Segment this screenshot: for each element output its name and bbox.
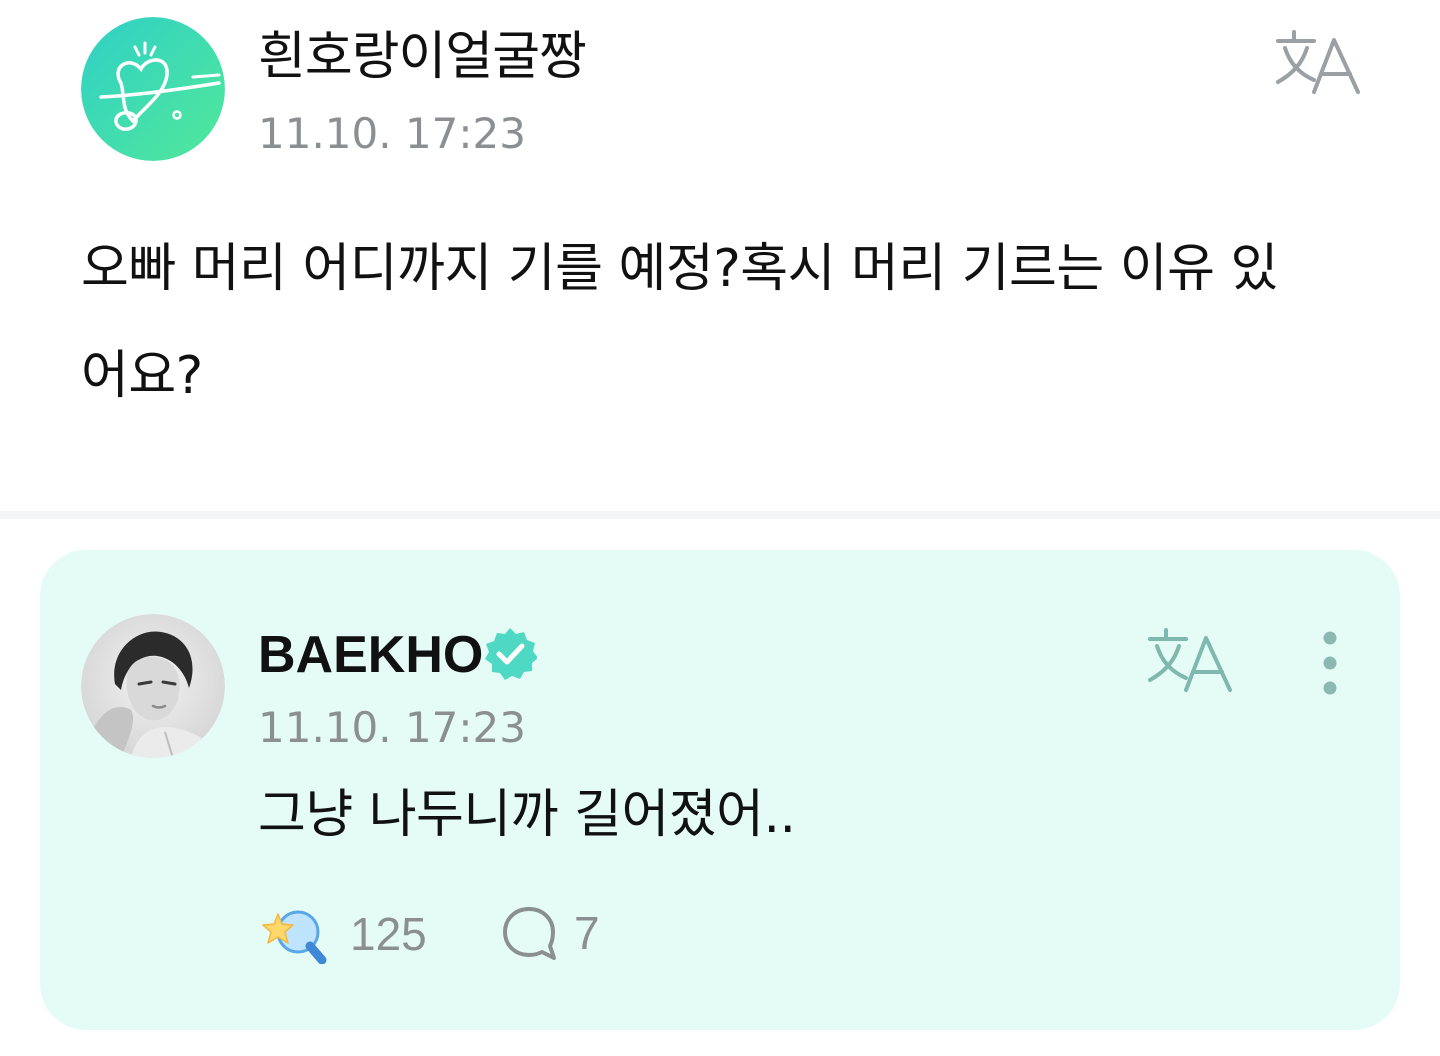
artist-name[interactable]: BAEKHO [258, 622, 483, 688]
post-page: 흰호랑이얼굴짱 11.10. 17:23 오빠 머리 어디까지 기를 예정?혹시… [0, 0, 1440, 1056]
translate-icon[interactable] [1274, 28, 1364, 98]
like-button[interactable]: 125 [258, 904, 427, 964]
translate-icon[interactable] [1146, 626, 1236, 696]
comment-count: 7 [574, 907, 600, 959]
reply-timestamp: 11.10. 17:23 [258, 703, 526, 752]
section-divider [0, 511, 1440, 519]
artist-reply-card: BAEKHO 11.10. 17:23 그냥 나두니까 길어졌어.. 125 7 [40, 550, 1400, 1030]
post-timestamp: 11.10. 17:23 [258, 109, 526, 158]
star-lightstick-icon [262, 910, 327, 964]
post-text: 오빠 머리 어디까지 기를 예정?혹시 머리 기르는 이유 있어요? [81, 239, 1278, 406]
speech-bubble-icon [503, 907, 556, 960]
artist-photo [81, 614, 225, 758]
fan-avatar-image [81, 17, 225, 161]
artist-avatar[interactable] [81, 614, 225, 758]
comment-button[interactable]: 7 [500, 904, 600, 962]
more-vertical-icon[interactable] [1308, 630, 1352, 696]
like-count: 125 [350, 908, 427, 960]
fan-avatar[interactable] [81, 17, 225, 161]
verified-badge-icon [483, 626, 538, 680]
reply-text: 그냥 나두니까 길어졌어.. [258, 785, 796, 845]
fan-username[interactable]: 흰호랑이얼굴짱 [258, 24, 587, 90]
